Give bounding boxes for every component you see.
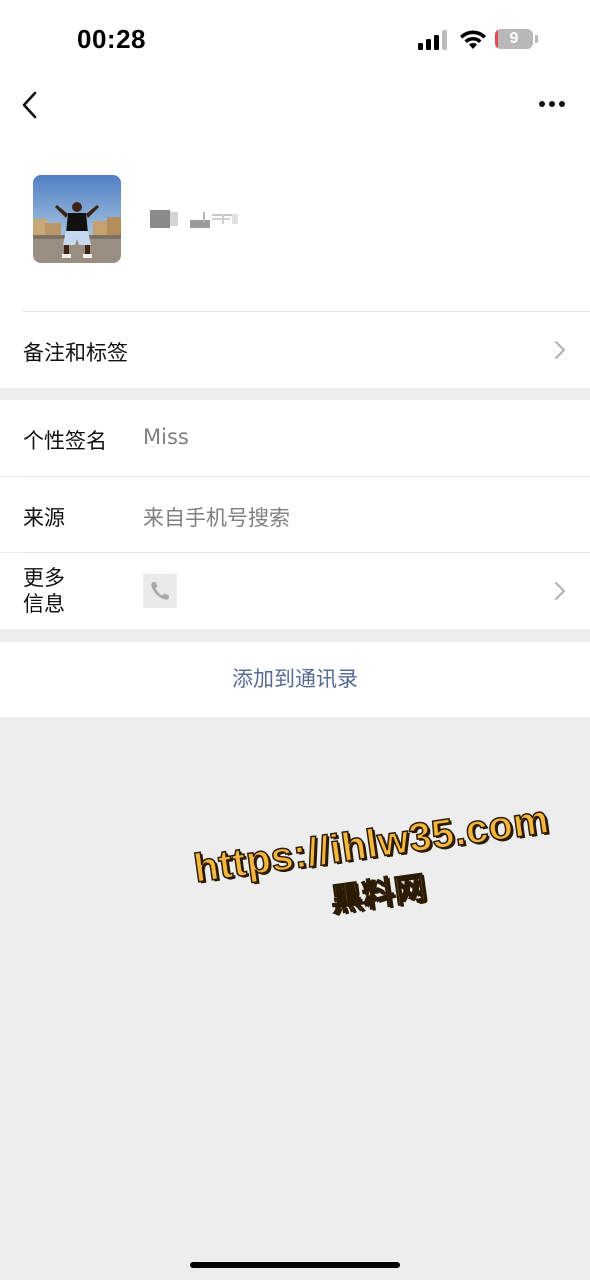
watermark: https://ihlw35.com 黑料网	[190, 797, 562, 956]
section-gap	[0, 388, 590, 400]
battery-body: 9	[495, 29, 533, 49]
source-label: 来源	[23, 506, 65, 530]
signature-value: Miss	[143, 425, 189, 449]
cellular-signal-icon	[418, 30, 447, 50]
battery-cap	[535, 35, 538, 43]
chevron-right-icon	[555, 341, 565, 359]
profile-header	[0, 160, 590, 280]
signature-row: 个性签名 Miss	[0, 400, 590, 476]
home-indicator[interactable]	[190, 1262, 400, 1268]
more-info-label-line1: 更多	[23, 566, 65, 590]
nav-bar	[0, 80, 590, 128]
status-time: 00:28	[77, 24, 146, 54]
more-info-label-line2: 信息	[23, 592, 65, 616]
avatar-photo	[33, 175, 121, 263]
back-button[interactable]	[14, 88, 48, 122]
more-dots-icon	[539, 101, 565, 107]
more-button[interactable]	[534, 90, 570, 118]
remark-and-tags-row[interactable]: 备注和标签	[0, 312, 590, 388]
battery-icon: 9	[495, 29, 539, 51]
avatar[interactable]	[33, 175, 121, 263]
add-to-contacts-button[interactable]: 添加到通讯录	[0, 642, 590, 717]
more-info-row[interactable]: 更多 信息	[0, 553, 590, 629]
signature-label: 个性签名	[23, 429, 107, 453]
chevron-left-icon	[22, 91, 37, 119]
wifi-icon	[460, 30, 486, 49]
battery-level: 9	[509, 30, 519, 47]
more-info-label: 更多 信息	[23, 565, 65, 617]
section-gap	[0, 629, 590, 642]
source-row: 来源 来自手机号搜索	[0, 477, 590, 552]
nickname-redacted	[150, 210, 238, 228]
status-bar: 00:28 9	[0, 0, 590, 80]
phone-icon-glyph	[151, 582, 169, 600]
chevron-right-icon	[555, 582, 565, 600]
remark-and-tags-label: 备注和标签	[23, 341, 128, 365]
phone-icon	[143, 574, 177, 608]
source-value: 来自手机号搜索	[143, 506, 290, 530]
